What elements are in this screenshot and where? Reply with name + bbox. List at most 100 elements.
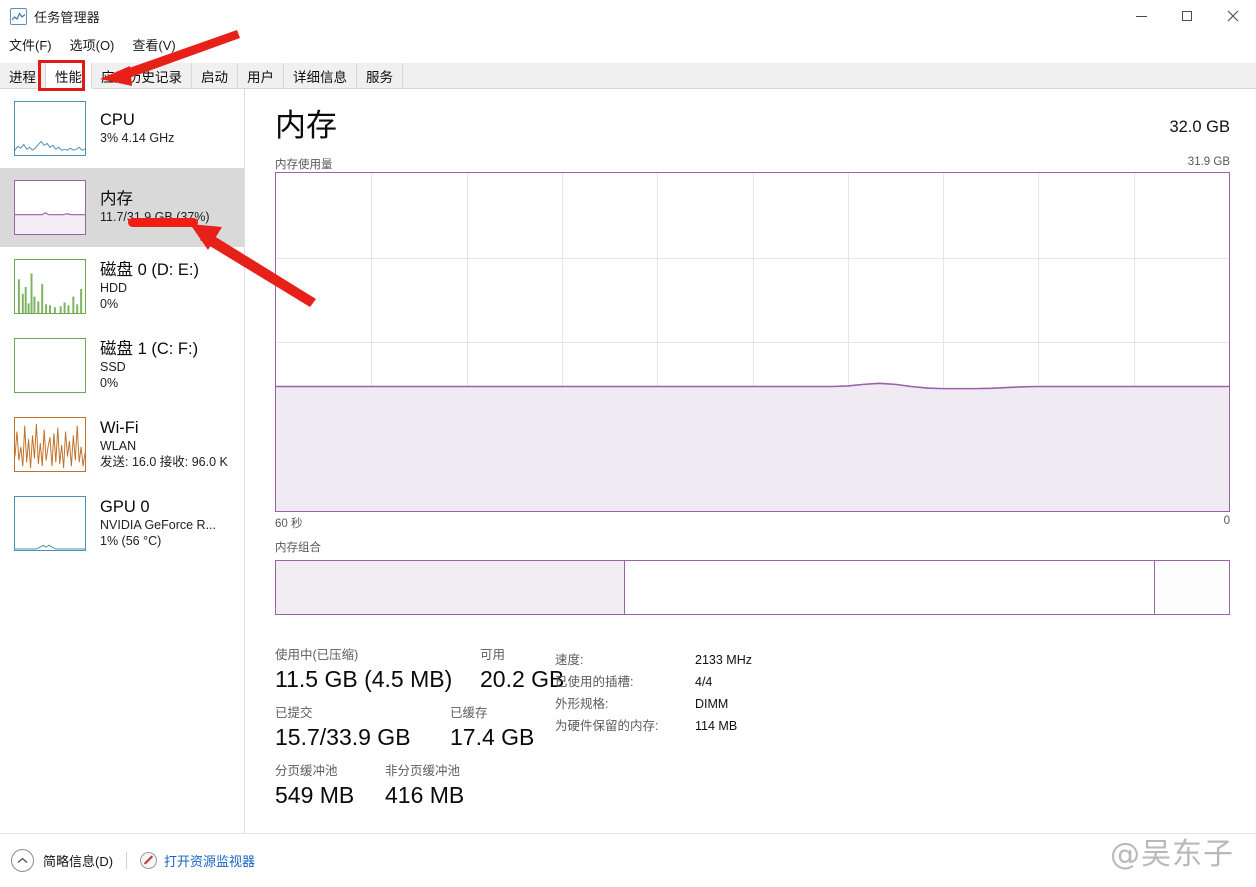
sidebar-wifi-text: Wi-Fi WLAN 发送: 16.0 接收: 96.0 K [100, 419, 228, 470]
sidebar-cpu-title: CPU [100, 111, 135, 129]
stat-cached-label: 已缓存 [450, 706, 488, 720]
sidebar-cpu-sub: 3% 4.14 GHz [100, 131, 175, 145]
gpu0-mini-graph [14, 496, 86, 551]
sidebar-item-disk-1[interactable]: 磁盘 1 (C: F:) SSD 0% [0, 326, 244, 405]
composition-segment-standby[interactable] [624, 561, 1154, 614]
memory-stats-right: 速度: 2133 MHz 已使用的插槽: 4/4 外形规格: DIMM 为硬件保… [555, 649, 752, 737]
stat-paged-pool-label: 分页缓冲池 [275, 764, 338, 778]
stat-committed: 已提交 15.7/33.9 GB [275, 705, 450, 752]
task-manager-icon [10, 7, 27, 25]
stat-slots-key: 已使用的插槽: [555, 675, 634, 689]
stat-hardware-reserved-key: 为硬件保留的内存: [555, 719, 659, 733]
minimize-button[interactable] [1118, 0, 1164, 32]
sidebar-cpu-text: CPU 3% 4.14 GHz [100, 111, 174, 146]
stat-speed-value: 2133 MHz [695, 653, 752, 667]
title-bar: 任务管理器 [0, 0, 1256, 32]
sidebar-disk1-sub2: 0% [100, 376, 119, 390]
tab-users[interactable]: 用户 [238, 63, 284, 88]
sidebar-gpu0-title: GPU 0 [100, 498, 150, 516]
stat-in-use: 使用中(已压缩) 11.5 GB (4.5 MB) [275, 647, 480, 694]
tab-details[interactable]: 详细信息 [284, 63, 357, 88]
sidebar-disk1-text: 磁盘 1 (C: F:) SSD 0% [100, 340, 198, 391]
memory-composition-bar[interactable] [275, 560, 1230, 615]
stat-available: 可用 20.2 GB [480, 647, 564, 694]
sidebar-wifi-title: Wi-Fi [100, 419, 139, 437]
sidebar-disk0-sub2: 0% [100, 297, 119, 311]
menu-item-options[interactable]: 选项(O) [61, 34, 124, 57]
close-icon [1227, 10, 1239, 22]
tab-startup[interactable]: 启动 [192, 63, 238, 88]
disk1-mini-graph [14, 338, 86, 393]
memory-stats-left: 使用中(已压缩) 11.5 GB (4.5 MB) 可用 20.2 GB 已提交… [275, 647, 595, 821]
menu-item-file[interactable]: 文件(F) [0, 34, 61, 57]
memory-usage-graph [275, 172, 1230, 512]
maximize-button[interactable] [1164, 0, 1210, 32]
stat-committed-value: 15.7/33.9 GB [275, 724, 411, 750]
resource-monitor-icon [140, 852, 158, 869]
stats-row-1: 使用中(已压缩) 11.5 GB (4.5 MB) 可用 20.2 GB [275, 647, 595, 694]
sidebar-memory-text: 内存 11.7/31.9 GB (37%) [100, 190, 210, 225]
tab-performance[interactable]: 性能 [46, 63, 92, 89]
stat-nonpaged-pool: 非分页缓冲池 416 MB [385, 763, 464, 810]
sidebar-gpu0-sub2: 1% (56 °C) [100, 534, 162, 548]
stat-in-use-label: 使用中(已压缩) [275, 648, 359, 662]
page-title: 内存 [275, 108, 337, 143]
stat-available-value: 20.2 GB [480, 666, 565, 692]
sidebar-item-memory[interactable]: 内存 11.7/31.9 GB (37%) [0, 168, 244, 247]
window-title: 任务管理器 [34, 9, 101, 25]
memory-usage-chart [276, 173, 1229, 511]
minimize-icon [1135, 15, 1147, 17]
open-resource-monitor-link[interactable]: 打开资源监视器 [164, 851, 255, 870]
stat-paged-pool: 分页缓冲池 549 MB [275, 763, 385, 810]
stat-form-factor-key: 外形规格: [555, 697, 609, 711]
wifi-mini-graph [14, 417, 86, 472]
sidebar-gpu0-text: GPU 0 NVIDIA GeForce R... 1% (56 °C) [100, 498, 216, 549]
sidebar-item-cpu[interactable]: CPU 3% 4.14 GHz [0, 89, 244, 168]
graph-time-label: 60 秒 [275, 518, 303, 530]
disk0-mini-graph [14, 259, 86, 314]
tab-strip: 进程 性能 应用历史记录 启动 用户 详细信息 服务 [0, 63, 1256, 89]
composition-label: 内存组合 [275, 542, 321, 554]
sidebar-item-wifi[interactable]: Wi-Fi WLAN 发送: 16.0 接收: 96.0 K [0, 405, 244, 484]
stat-committed-label: 已提交 [275, 706, 313, 720]
task-manager-window: 任务管理器 文件(F) 选项(O) 查看(V) 进程 性能 应用历史记录 启动 … [0, 0, 1256, 887]
brief-info-button[interactable]: 简略信息(D) [43, 851, 113, 870]
sidebar-memory-sub: 11.7/31.9 GB (37%) [100, 210, 210, 224]
memory-total: 32.0 GB [1169, 118, 1230, 136]
tab-processes[interactable]: 进程 [0, 63, 46, 88]
graph-axis-max: 31.9 GB [1187, 156, 1230, 168]
stat-slots: 已使用的插槽: 4/4 [555, 671, 752, 693]
chevron-up-icon[interactable] [11, 849, 34, 872]
performance-sidebar[interactable]: CPU 3% 4.14 GHz 内存 11.7/31.9 GB (37%) 磁盘… [0, 89, 245, 834]
menu-item-view[interactable]: 查看(V) [123, 34, 184, 57]
stat-cached-value: 17.4 GB [450, 724, 535, 750]
stat-cached: 已缓存 17.4 GB [450, 705, 534, 752]
stat-slots-value: 4/4 [695, 675, 713, 689]
stat-nonpaged-pool-value: 416 MB [385, 782, 465, 808]
sidebar-disk0-sub1: HDD [100, 281, 128, 295]
menu-bar: 文件(F) 选项(O) 查看(V) [0, 34, 1256, 57]
sidebar-item-disk-0[interactable]: 磁盘 0 (D: E:) HDD 0% [0, 247, 244, 326]
stats-row-3: 分页缓冲池 549 MB 非分页缓冲池 416 MB [275, 763, 595, 810]
stat-in-use-value: 11.5 GB (4.5 MB) [275, 666, 453, 692]
close-button[interactable] [1210, 0, 1256, 32]
tab-app-history[interactable]: 应用历史记录 [92, 63, 192, 88]
graph-zero-label: 0 [1223, 515, 1230, 527]
stat-form-factor: 外形规格: DIMM [555, 693, 752, 715]
composition-segment-in-use[interactable] [276, 561, 624, 614]
sidebar-disk1-title: 磁盘 1 (C: F:) [100, 340, 199, 358]
sidebar-wifi-sub2: 发送: 16.0 接收: 96.0 K [100, 455, 228, 469]
cpu-mini-graph [14, 101, 86, 156]
memory-mini-graph [14, 180, 86, 235]
composition-segment-free[interactable] [1154, 561, 1229, 614]
status-bar: 简略信息(D) 打开资源监视器 [0, 833, 1256, 887]
stat-speed-key: 速度: [555, 653, 584, 667]
tab-services[interactable]: 服务 [357, 63, 403, 88]
stat-hardware-reserved: 为硬件保留的内存: 114 MB [555, 715, 752, 737]
maximize-icon [1182, 11, 1192, 21]
sidebar-disk0-title: 磁盘 0 (D: E:) [100, 261, 200, 279]
status-bar-separator [126, 852, 128, 869]
sidebar-item-gpu-0[interactable]: GPU 0 NVIDIA GeForce R... 1% (56 °C) [0, 484, 244, 563]
stat-form-factor-value: DIMM [695, 697, 729, 711]
stat-available-label: 可用 [480, 648, 506, 662]
